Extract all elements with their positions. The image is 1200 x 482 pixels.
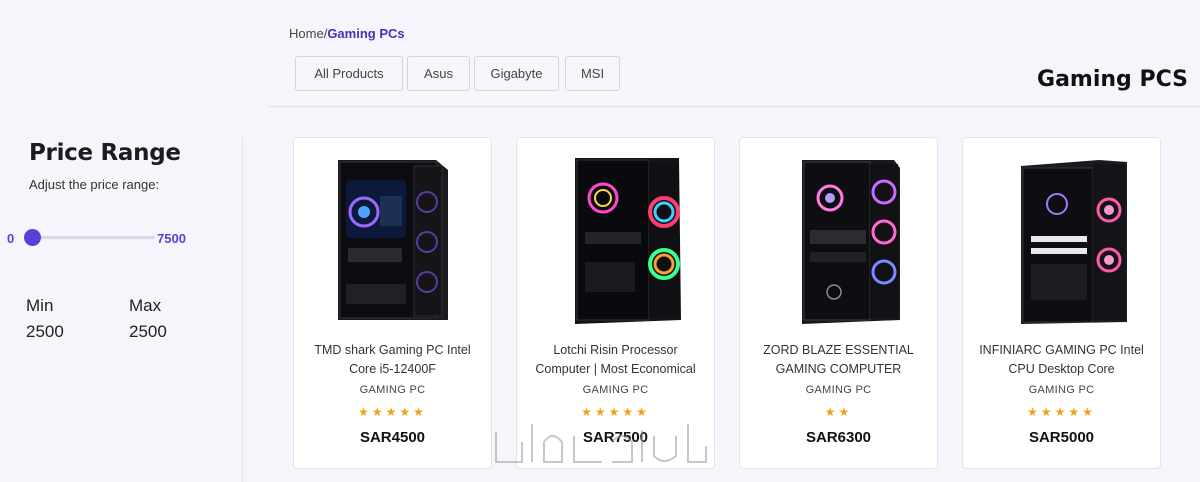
filter-gigabyte-button[interactable]: Gigabyte	[474, 56, 559, 91]
product-name[interactable]: INFINIARC GAMING PC Intel CPU Desktop Co…	[971, 341, 1152, 379]
range-min-label: 0	[7, 231, 15, 246]
price-slider-thumb[interactable]	[24, 229, 41, 246]
breadcrumb-home[interactable]: Home	[289, 26, 324, 41]
product-card[interactable]: INFINIARC GAMING PC Intel CPU Desktop Co…	[962, 137, 1161, 469]
product-image	[294, 146, 491, 334]
price-slider-track[interactable]	[28, 236, 155, 239]
product-rating: ★★	[824, 405, 853, 419]
product-name[interactable]: TMD shark Gaming PC Intel Core i5-12400F	[302, 341, 483, 379]
breadcrumb: Home/Gaming PCs	[289, 26, 405, 41]
min-value: 2500	[26, 322, 64, 341]
filter-msi-button[interactable]: MSI	[565, 56, 620, 91]
header-divider	[268, 106, 1200, 107]
min-label: Min	[26, 296, 54, 315]
product-card[interactable]: ZORD BLAZE ESSENTIAL GAMING COMPUTER GAM…	[739, 137, 938, 469]
product-category: GAMING PC	[1028, 384, 1095, 396]
product-price: SAR5000	[1028, 429, 1095, 446]
price-filter-sidebar: Price Range Adjust the price range: 0 75…	[0, 0, 243, 482]
product-price: SAR4500	[359, 429, 426, 446]
product-category: GAMING PC	[805, 384, 872, 396]
max-value: 2500	[129, 322, 167, 341]
product-image	[963, 146, 1160, 334]
breadcrumb-current: Gaming PCs	[327, 26, 405, 41]
pc-case-icon	[337, 160, 448, 320]
filter-asus-button[interactable]: Asus	[407, 56, 470, 91]
product-image	[740, 146, 937, 334]
filter-all-products-button[interactable]: All Products	[295, 56, 403, 91]
page-title: Gaming PCS	[1037, 67, 1188, 92]
product-name[interactable]: Lotchi Risin Processor Computer | Most E…	[525, 341, 706, 379]
pc-case-icon	[574, 158, 681, 324]
product-image	[517, 146, 714, 334]
sidebar-divider	[242, 138, 243, 482]
max-label: Max	[129, 296, 162, 315]
product-rating: ★★★★★	[1027, 405, 1096, 419]
price-range-title: Price Range	[29, 140, 181, 166]
product-name[interactable]: ZORD BLAZE ESSENTIAL GAMING COMPUTER	[748, 341, 929, 379]
watermark-logo	[495, 424, 707, 463]
product-price: SAR6300	[805, 429, 872, 446]
product-category: GAMING PC	[359, 384, 426, 396]
price-range-subtitle: Adjust the price range:	[29, 177, 160, 192]
pc-case-icon	[801, 160, 900, 324]
product-rating: ★★★★★	[358, 405, 427, 419]
product-card[interactable]: TMD shark Gaming PC Intel Core i5-12400F…	[293, 137, 492, 469]
range-max-label: 7500	[157, 231, 186, 246]
pc-case-icon	[1020, 160, 1127, 324]
product-category: GAMING PC	[582, 384, 649, 396]
